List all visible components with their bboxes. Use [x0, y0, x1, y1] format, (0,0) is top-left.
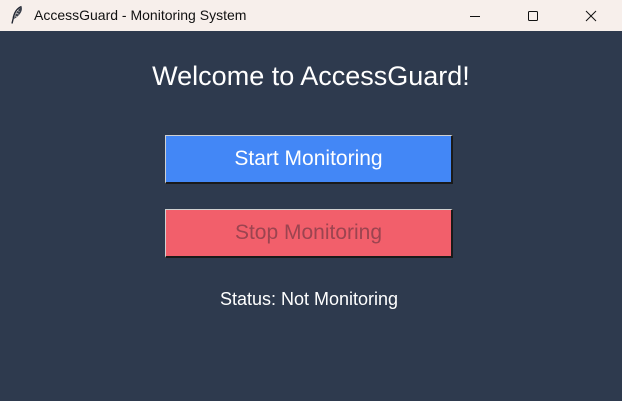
title-bar[interactable]: AccessGuard - Monitoring System — [0, 0, 622, 31]
minimize-icon — [469, 10, 481, 22]
start-monitoring-label: Start Monitoring — [234, 147, 383, 170]
status-label: Status: Not Monitoring — [219, 289, 399, 309]
app-window: AccessGuard - Monitoring System Welcome … — [0, 0, 622, 401]
stop-monitoring-label: Stop Monitoring — [234, 221, 383, 244]
maximize-button[interactable] — [504, 0, 562, 31]
feather-icon — [8, 5, 26, 25]
maximize-icon — [527, 10, 539, 22]
close-button[interactable] — [562, 0, 620, 31]
close-icon — [585, 10, 597, 22]
window-title: AccessGuard - Monitoring System — [34, 7, 247, 23]
welcome-heading: Welcome to AccessGuard! — [152, 61, 470, 91]
stop-monitoring-button[interactable]: Stop Monitoring — [165, 209, 453, 258]
start-monitoring-button[interactable]: Start Monitoring — [165, 135, 453, 184]
minimize-button[interactable] — [446, 0, 504, 31]
